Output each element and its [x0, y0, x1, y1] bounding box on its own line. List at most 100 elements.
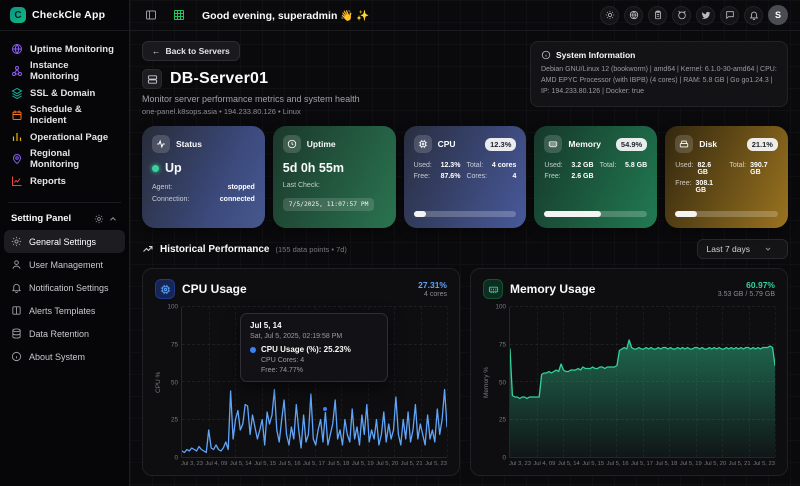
tooltip-datetime: Sat, Jul 5, 2025, 02:19:58 PM [250, 333, 378, 340]
grid-table-icon[interactable] [170, 6, 188, 24]
user-icon [11, 259, 22, 270]
twitter-icon[interactable] [696, 6, 715, 25]
uptime-card-title: Uptime [307, 139, 336, 149]
settings-label: General Settings [29, 237, 96, 247]
cpu-free-value: 87.6% [441, 173, 461, 180]
sidebar-item-alerts-templates[interactable]: Alerts Templates [4, 299, 125, 322]
cpu-usage-chart-card: CPU Usage 27.31% 4 cores CPU % 025507510… [142, 268, 460, 476]
cpu-current-value: 27.31% [418, 280, 447, 290]
metric-cards-row: Status Up Agent: stopped Connection: conne… [142, 126, 788, 228]
time-range-selector[interactable]: Last 7 days [697, 239, 788, 259]
nav-label: Reports [30, 176, 66, 187]
cpu-chip-icon [414, 135, 432, 153]
system-info-title: System Information [556, 50, 635, 60]
system-information-card: System Information Debian GNU/Linux 12 (… [530, 41, 788, 107]
chevron-up-icon[interactable] [108, 214, 118, 224]
memory-total-value: 5.8 GB [625, 162, 647, 169]
agent-label: Agent: [152, 184, 172, 191]
nav-label: Operational Page [30, 132, 108, 143]
connection-label: Connection: [152, 196, 189, 203]
tooltip-title: Jul 5, 14 [250, 321, 378, 330]
cpu-chart-plot[interactable]: Jul 5, 14 Sat, Jul 5, 2025, 02:19:58 PM … [181, 307, 447, 458]
disk-total-label: Total: [729, 162, 746, 176]
info-icon [11, 351, 22, 362]
sidebar-item-schedule-incident[interactable]: Schedule & Incident [4, 104, 125, 126]
memory-card: Memory 54.9% Used:3.2 GB Total:5.8 GB Fr… [534, 126, 657, 228]
sidebar-item-about-system[interactable]: About System [4, 345, 125, 368]
page-title: DB-Server01 [170, 70, 268, 88]
uptime-card: Uptime 5d 0h 55m Last Check: 7/5/2025, 1… [273, 126, 396, 228]
activity-icon [152, 135, 170, 153]
disk-badge: 21.1% [747, 138, 778, 151]
content-column: Good evening, superadmin 👋 ✨ [130, 0, 800, 486]
connection-value: connected [220, 196, 255, 203]
status-card: Status Up Agent: stopped Connection: conne… [142, 126, 265, 228]
sidebar-item-data-retention[interactable]: Data Retention [4, 322, 125, 345]
disk-free-label: Free: [675, 180, 691, 194]
calendar-icon [11, 109, 23, 121]
sidebar-item-instance-monitoring[interactable]: Instance Monitoring [4, 60, 125, 82]
sidebar-item-operational-page[interactable]: Operational Page [4, 126, 125, 148]
sidebar-item-notification-settings[interactable]: Notification Settings [4, 276, 125, 299]
sidebar-item-uptime-monitoring[interactable]: Uptime Monitoring [4, 38, 125, 60]
trending-up-icon [142, 243, 154, 255]
app-title: CheckCle App [32, 9, 105, 21]
gear-icon[interactable] [94, 214, 104, 224]
status-card-title: Status [176, 139, 202, 149]
status-dot [152, 165, 159, 172]
bell-icon [11, 282, 22, 293]
memory-badge: 54.9% [616, 138, 647, 151]
memory-total-label: Total: [600, 162, 617, 169]
sidebar-item-user-management[interactable]: User Management [4, 253, 125, 276]
memory-free-label: Free: [544, 173, 560, 180]
app-logo[interactable]: C CheckCle App [0, 0, 129, 31]
panel-toggle-icon[interactable] [142, 6, 160, 24]
nav-label: SSL & Domain [30, 88, 95, 99]
memory-y-ticks: 0255075100 [493, 307, 509, 458]
nav-label: Uptime Monitoring [30, 44, 114, 55]
memory-free-value: 2.6 GB [571, 173, 593, 180]
settings-label: Data Retention [29, 329, 89, 339]
settings-label: Alerts Templates [29, 306, 95, 316]
tooltip-cores: CPU Cores: 4 [261, 357, 378, 364]
back-button-label: Back to Servers [166, 46, 230, 56]
back-arrow-icon: ← [152, 46, 161, 56]
sidebar-item-ssl-domain[interactable]: SSL & Domain [4, 82, 125, 104]
memory-progress-fill [544, 211, 600, 217]
greeting-text: Good evening, superadmin 👋 ✨ [202, 9, 369, 22]
theme-sun-icon[interactable] [600, 6, 619, 25]
memory-ram-icon [483, 279, 503, 299]
sidebar-item-general-settings[interactable]: General Settings [4, 230, 125, 253]
chat-icon[interactable] [720, 6, 739, 25]
nav-label: Schedule & Incident [30, 104, 118, 126]
sidebar-item-regional-monitoring[interactable]: Regional Monitoring [4, 148, 125, 170]
setting-panel-label: Setting Panel [11, 213, 71, 224]
cpu-chip-icon [155, 279, 175, 299]
back-to-servers-button[interactable]: ← Back to Servers [142, 41, 240, 61]
memory-current-sub: 3.53 GB / 5.79 GB [718, 291, 775, 298]
disk-used-label: Used: [675, 162, 693, 176]
github-icon[interactable] [672, 6, 691, 25]
agent-value: stopped [228, 184, 255, 191]
chart-tooltip: Jul 5, 14 Sat, Jul 5, 2025, 02:19:58 PM … [240, 313, 388, 382]
setting-panel-header[interactable]: Setting Panel [0, 209, 129, 230]
sidebar-item-reports[interactable]: Reports [4, 170, 125, 192]
language-globe-icon[interactable] [624, 6, 643, 25]
topbar: Good evening, superadmin 👋 ✨ [130, 0, 800, 31]
user-avatar[interactable]: S [768, 5, 788, 25]
docs-icon[interactable] [648, 6, 667, 25]
nodes-icon [11, 65, 23, 77]
bell-icon[interactable] [744, 6, 763, 25]
status-value: Up [165, 161, 182, 175]
app-logo-icon: C [10, 7, 26, 23]
report-chart-icon [11, 175, 23, 187]
memory-card-title: Memory [568, 139, 601, 149]
server-host-line: one-panel.k8sops.asia • 194.233.80.126 •… [142, 107, 360, 116]
disk-progress-track [675, 211, 778, 217]
cpu-progress-fill [414, 211, 427, 217]
cpu-chart-title: CPU Usage [182, 282, 247, 296]
memory-chart-plot[interactable] [509, 307, 775, 458]
cpu-total-label: Total: [466, 162, 483, 169]
cpu-used-value: 12.3% [441, 162, 461, 169]
sidebar-divider [8, 202, 121, 203]
